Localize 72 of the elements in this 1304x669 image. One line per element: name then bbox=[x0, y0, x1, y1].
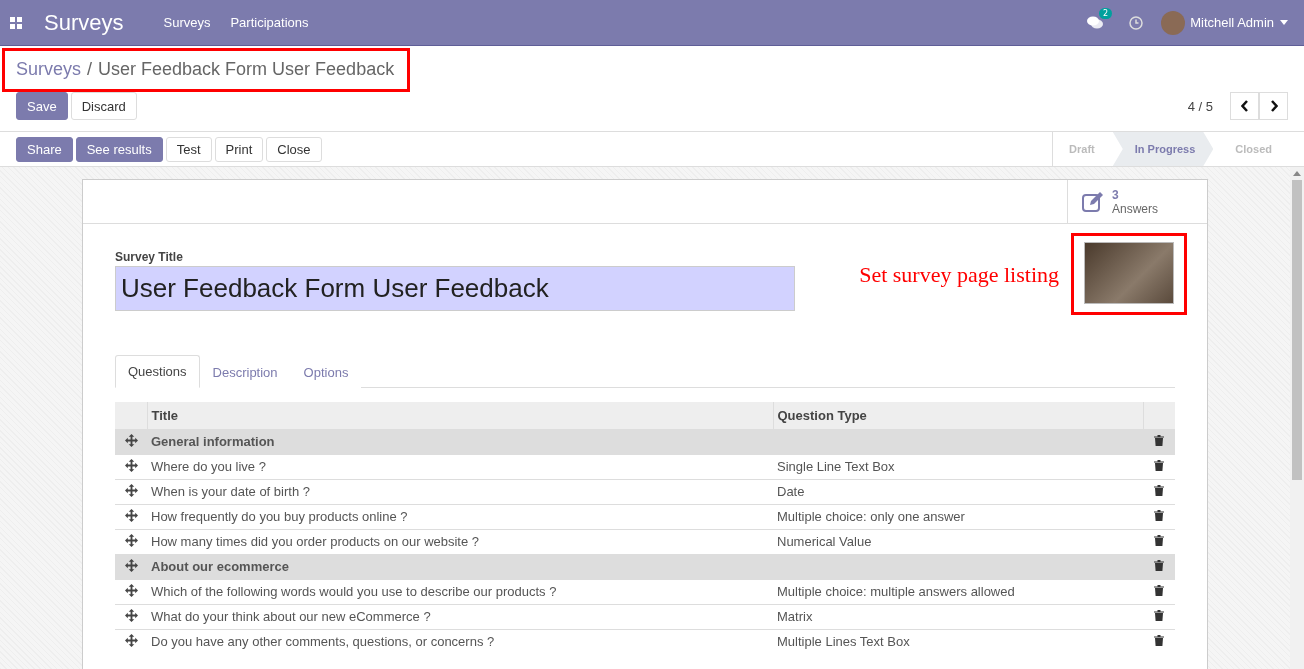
breadcrumb-separator: / bbox=[87, 58, 93, 80]
message-count-badge: 2 bbox=[1099, 8, 1113, 19]
field-label: Survey Title bbox=[115, 250, 184, 264]
survey-title-field[interactable]: User Feedback Form User Feedback bbox=[115, 266, 795, 311]
question-title: What do your think about our new eCommerce ? bbox=[147, 604, 773, 629]
drag-handle-icon[interactable] bbox=[124, 533, 138, 547]
trash-icon[interactable] bbox=[1154, 635, 1164, 647]
next-button[interactable] bbox=[1259, 92, 1288, 120]
edit-icon bbox=[1082, 191, 1104, 212]
drag-handle-icon[interactable] bbox=[124, 558, 138, 572]
answers-label: Answers bbox=[1112, 201, 1158, 216]
discard-button[interactable]: Discard bbox=[70, 92, 137, 120]
scrollbar[interactable] bbox=[1290, 167, 1304, 669]
section-title: General information bbox=[147, 429, 773, 454]
breadcrumb-link[interactable]: Surveys bbox=[16, 58, 82, 80]
action-button[interactable]: Share bbox=[16, 136, 73, 162]
question-title: When is your date of birth ? bbox=[147, 479, 773, 504]
column-header[interactable]: Title bbox=[147, 402, 773, 429]
user-menu[interactable]: Mitchell Admin bbox=[1190, 15, 1274, 30]
apps-grid-icon[interactable] bbox=[10, 16, 22, 29]
question-type: Date bbox=[773, 479, 1143, 504]
trash-icon[interactable] bbox=[1154, 535, 1164, 546]
pager-counter: 4 / 5 bbox=[1187, 98, 1213, 114]
column-header[interactable]: Question Type bbox=[773, 402, 1143, 429]
drag-handle-icon[interactable] bbox=[124, 583, 138, 597]
action-button[interactable]: Close bbox=[266, 136, 322, 162]
trash-icon[interactable] bbox=[1154, 460, 1164, 471]
save-button[interactable]: Save bbox=[16, 92, 68, 120]
question-title: How frequently do you buy products online ? bbox=[147, 504, 773, 529]
trash-icon[interactable] bbox=[1154, 435, 1164, 446]
breadcrumb-current: User Feedback Form User Feedback bbox=[98, 58, 395, 80]
drag-handle-icon[interactable] bbox=[124, 458, 138, 472]
trash-icon[interactable] bbox=[1154, 510, 1164, 521]
question-type: Multiple choice: only one answer bbox=[773, 504, 1143, 529]
question-type: Multiple Lines Text Box bbox=[773, 629, 1143, 654]
stage-step[interactable]: In Progress bbox=[1112, 132, 1214, 166]
trash-icon[interactable] bbox=[1154, 585, 1164, 596]
question-type: Multiple choice: multiple answers allowed bbox=[773, 579, 1143, 604]
drag-handle-icon[interactable] bbox=[124, 483, 138, 497]
question-type: Single Line Text Box bbox=[773, 454, 1143, 479]
trash-icon[interactable] bbox=[1154, 485, 1164, 496]
action-button[interactable]: See results bbox=[75, 136, 163, 162]
drag-handle-icon[interactable] bbox=[124, 608, 138, 622]
question-title: Do you have any other comments, questions, or concerns ? bbox=[147, 629, 773, 654]
clock-icon[interactable] bbox=[1129, 15, 1144, 30]
drag-handle-icon[interactable] bbox=[124, 633, 138, 647]
question-type: Numerical Value bbox=[773, 529, 1143, 554]
section-title: About our ecommerce bbox=[147, 554, 773, 579]
photo-placeholder[interactable] bbox=[1084, 242, 1174, 304]
tab[interactable]: Questions bbox=[115, 355, 200, 388]
action-button[interactable]: Print bbox=[214, 136, 264, 162]
question-type: Matrix bbox=[773, 604, 1143, 629]
menu-item[interactable]: Participations bbox=[230, 15, 309, 30]
scrollbar-thumb[interactable] bbox=[1292, 180, 1302, 480]
drag-handle-icon[interactable] bbox=[124, 508, 138, 522]
trash-icon[interactable] bbox=[1154, 610, 1164, 621]
drag-handle-icon[interactable] bbox=[124, 433, 138, 447]
annotation-text: Set survey page listing bbox=[859, 262, 1059, 289]
caret-icon[interactable] bbox=[1280, 20, 1288, 25]
trash-icon[interactable] bbox=[1154, 560, 1164, 571]
question-title: Where do you live ? bbox=[147, 454, 773, 479]
app-title: Surveys bbox=[44, 9, 124, 36]
chat-icon[interactable] bbox=[1087, 16, 1104, 29]
previous-button[interactable] bbox=[1230, 92, 1259, 120]
answers-count: 3 bbox=[1112, 187, 1119, 202]
action-button[interactable]: Test bbox=[165, 136, 212, 162]
question-title: Which of the following words would you use to describe our products ? bbox=[147, 579, 773, 604]
menu-item[interactable]: Surveys bbox=[163, 15, 211, 30]
chevron-left-icon bbox=[1240, 100, 1249, 112]
question-title: How many times did you order products on our website ? bbox=[147, 529, 773, 554]
chevron-right-icon bbox=[1269, 100, 1278, 112]
scroll-up-icon[interactable] bbox=[1293, 171, 1301, 176]
